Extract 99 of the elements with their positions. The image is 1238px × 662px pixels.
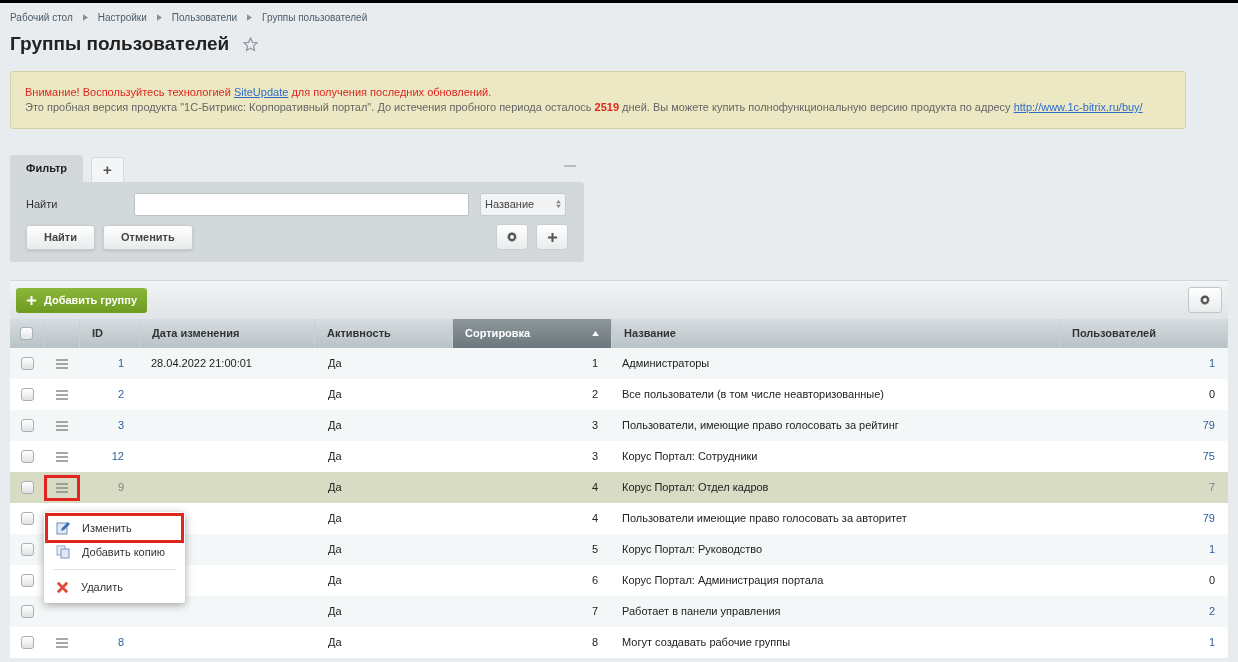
table-cell: Корус Портал: Отдел кадров	[622, 481, 769, 494]
table-cell: Пользователи имеющие право голосовать за авторитет	[622, 512, 907, 525]
table-cell: 4	[591, 481, 598, 494]
id-link[interactable]: 2	[117, 388, 124, 401]
row-checkbox[interactable]	[20, 574, 34, 587]
filter-button[interactable]: Отменить	[103, 224, 193, 250]
id-link[interactable]: 12	[111, 450, 124, 463]
find-label: Найти	[26, 196, 59, 212]
row-checkbox[interactable]	[20, 636, 34, 649]
menu-icon	[56, 482, 68, 493]
row-checkbox[interactable]	[20, 419, 34, 432]
table-cell: Да	[328, 543, 342, 556]
table-cell: Да	[328, 450, 342, 463]
users-count[interactable]: 79	[1202, 419, 1215, 432]
breadcrumb-link[interactable]: Группы пользователей	[262, 9, 368, 25]
table-cell: Да	[328, 388, 342, 401]
breadcrumb-link[interactable]: Пользователи	[171, 9, 238, 25]
menu-icon	[56, 637, 68, 648]
plus-icon	[26, 294, 37, 306]
row-checkbox[interactable]	[20, 388, 34, 401]
users-count[interactable]: 1	[1208, 357, 1215, 370]
table-cell: 2	[591, 388, 598, 401]
table-cell: Да	[328, 512, 342, 525]
table-cell: 4	[591, 512, 598, 525]
row-checkbox[interactable]	[20, 512, 34, 525]
table-cell: Да	[328, 357, 342, 370]
select-all-checkbox[interactable]	[20, 327, 33, 340]
users-count[interactable]: 1	[1208, 543, 1215, 556]
table-cell: Корус Портал: Администрация портала	[622, 574, 824, 587]
table-cell: Администраторы	[622, 357, 710, 370]
table-cell: Да	[328, 605, 342, 618]
table-cell: 3	[591, 419, 598, 432]
chevron-icon	[247, 13, 253, 21]
table-cell: 5	[591, 543, 598, 556]
row-checkbox[interactable]	[20, 543, 34, 556]
buy-link[interactable]: http://www.1c-bitrix.ru/buy/	[1013, 101, 1143, 113]
filter-button[interactable]: Найти	[26, 224, 95, 250]
star-icon[interactable]	[243, 36, 259, 52]
menu-item[interactable]: Добавить копию	[48, 540, 181, 564]
users-count[interactable]: 1	[1208, 636, 1215, 649]
table-cell: Да	[328, 419, 342, 432]
row-menu-button[interactable]	[47, 477, 77, 498]
menu-icon	[56, 358, 68, 369]
settings-button[interactable]	[496, 224, 528, 250]
table-cell: Да	[328, 574, 342, 587]
menu-icon	[56, 389, 68, 400]
column-header[interactable]: Сортировка	[453, 319, 612, 348]
page-title: Группы пользователей	[10, 31, 230, 56]
users-count: 0	[1208, 388, 1215, 401]
updown-icon	[556, 200, 561, 208]
menu-item[interactable]: Изменить	[48, 516, 181, 540]
row-checkbox[interactable]	[20, 605, 34, 618]
warning-text: Внимание! Воспользуйтесь технологией SiteUpdate для получения последних обновлений.	[25, 85, 493, 100]
row-checkbox[interactable]	[20, 481, 34, 494]
table-cell: 3	[591, 450, 598, 463]
plus-icon	[546, 231, 558, 243]
chevron-icon	[156, 13, 162, 21]
table-cell: Могут создавать рабочие группы	[622, 636, 791, 649]
filter-tab[interactable]: Фильтр	[10, 155, 84, 182]
filter-tab[interactable]: +	[91, 157, 124, 182]
settings-icon	[506, 231, 518, 243]
menu-icon	[56, 420, 68, 431]
table-cell: Работает в панели управления	[622, 605, 781, 618]
breadcrumb-link[interactable]: Рабочий стол	[10, 9, 73, 25]
users-count[interactable]: 79	[1202, 512, 1215, 525]
users-count[interactable]: 75	[1202, 450, 1215, 463]
menu-icon	[56, 451, 68, 462]
table-cell: 8	[591, 636, 598, 649]
users-count: 0	[1208, 574, 1215, 587]
table-cell: Все пользователи (в том числе неавторизованные)	[622, 388, 884, 401]
menu-item[interactable]: Удалить	[48, 575, 181, 599]
chevron-icon	[82, 13, 88, 21]
id-link[interactable]: 1	[117, 357, 124, 370]
table-cell: 6	[591, 574, 598, 587]
table-cell: Пользователи, имеющие право голосовать за рейтинг	[622, 419, 899, 432]
sort-asc-icon	[592, 331, 599, 336]
id-link[interactable]: 8	[117, 636, 124, 649]
users-count[interactable]: 2	[1208, 605, 1215, 618]
table-cell: Да	[328, 481, 342, 494]
table-cell: 28.04.2022 21:00:01	[151, 357, 252, 370]
settings-button[interactable]	[1188, 287, 1222, 313]
table-cell: 7	[591, 605, 598, 618]
table-cell: Корус Портал: Сотрудники	[622, 450, 758, 463]
add-filter-button[interactable]	[536, 224, 568, 250]
id-link[interactable]: 3	[117, 419, 124, 432]
trial-text: Это пробная версия продукта "1С-Битрикс: Корпоративный портал". До истечения пробного периода осталось 2519 дней. Вы можете купить полнофункциональную версию продукта по адресу http://www.1c-bitrix.ru/buy/	[25, 100, 1144, 115]
table-cell: 1	[591, 357, 598, 370]
row-checkbox[interactable]	[20, 357, 34, 370]
row-checkbox[interactable]	[20, 450, 34, 463]
breadcrumb-link[interactable]: Настройки	[97, 9, 147, 25]
table-cell: Корус Портал: Руководство	[622, 543, 763, 556]
delete-icon	[56, 580, 69, 594]
copy-icon	[56, 545, 70, 559]
field-select[interactable]: Название	[480, 192, 566, 216]
settings-icon	[1199, 294, 1211, 306]
search-field[interactable]	[134, 192, 469, 216]
table-cell: Да	[328, 636, 342, 649]
edit-icon	[56, 521, 70, 535]
siteupdate-link[interactable]: SiteUpdate	[233, 86, 289, 98]
